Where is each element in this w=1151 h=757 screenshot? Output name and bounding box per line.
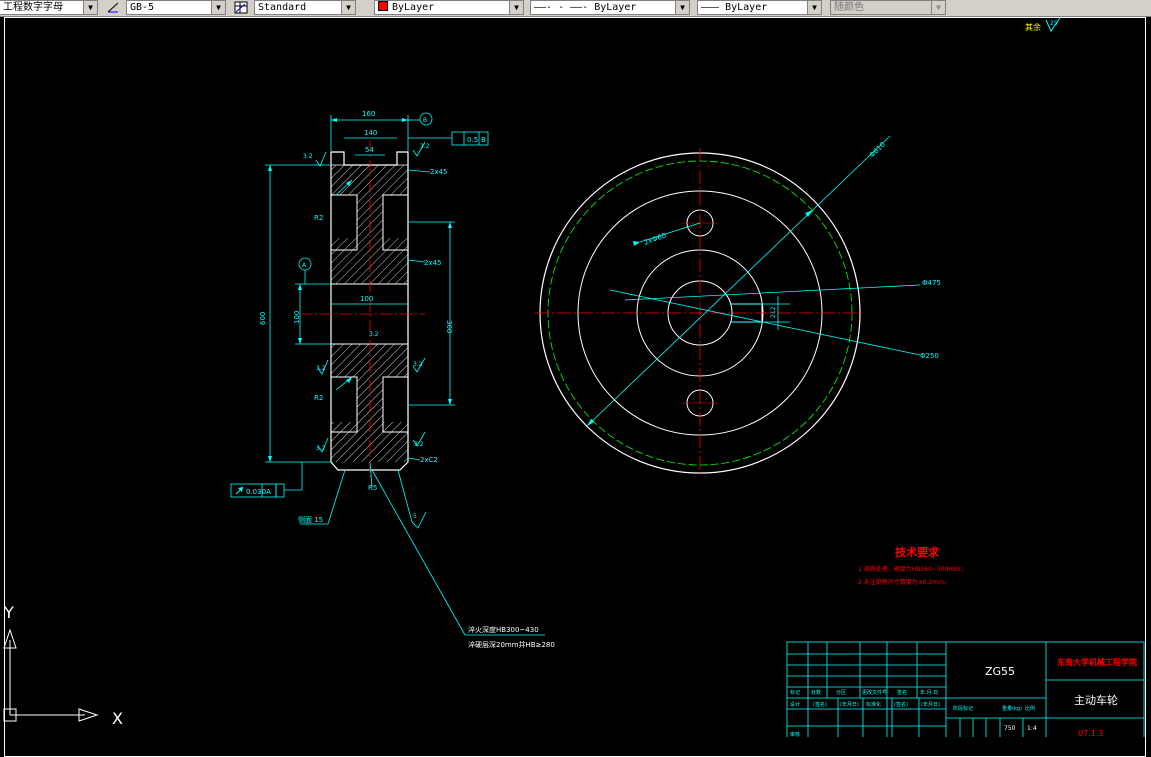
- dim-bore: 100: [293, 311, 301, 324]
- datum-a: A: [302, 262, 307, 269]
- heat-note-line1: 淬火深度HB300~430: [468, 625, 539, 634]
- tb-h-qty: 处数: [811, 689, 821, 696]
- section-view: 160 140 54 B 0.5 B 3.2 3.2 2x45 R2 2x45 …: [230, 110, 555, 649]
- flatness-value: 0.5: [467, 136, 478, 144]
- tb-drawing-no: 07.1.3: [1078, 729, 1103, 737]
- chamfer-top: 2x45: [430, 168, 448, 176]
- tb-h-sign: 签名: [897, 689, 907, 696]
- lineweight-line-icon: ———: [701, 2, 720, 13]
- dim-top-inner: 140: [364, 129, 377, 137]
- roughness-hub: 3.2: [413, 361, 423, 368]
- tb-h-review: 审核: [790, 731, 800, 737]
- chevron-down-icon[interactable]: ▼: [509, 1, 523, 14]
- tech-req-line2: 2.未注倒角尺寸精度为±0.2mm。: [858, 578, 950, 586]
- plot-style-select[interactable]: 随颜色 ▼: [830, 0, 946, 15]
- linetype-select[interactable]: ——- - ——- ByLayer ▼: [530, 0, 690, 15]
- properties-toolbar: 工程数字字母 ▼ GB-5 ▼ Standard ▼ ByLayer ▼ ——-…: [0, 0, 1151, 17]
- lineweight-select[interactable]: ——— ByLayer ▼: [697, 0, 822, 15]
- tb-h-std: 标准化: [866, 701, 881, 708]
- dim-mid: Φ475: [922, 279, 941, 287]
- dim-pcd: Φ250: [920, 352, 939, 360]
- drawing-canvas[interactable]: 其余 25 160 140 54 B 0.5 B 3.2 3.2 2x45 R2…: [0, 17, 1151, 737]
- tech-req-title: 技术要求: [895, 545, 940, 559]
- color-select[interactable]: ByLayer ▼: [374, 0, 524, 15]
- roughness-bot-right: 3.2: [414, 441, 424, 448]
- title-block: 标记 处数 分区 更改文件号 签名 年.月.日 设计 (签名) (年月日) 标准…: [786, 641, 1145, 737]
- runout-value: 0.030: [246, 488, 266, 496]
- chevron-down-icon[interactable]: ▼: [83, 1, 97, 14]
- ucs-y-label: Y: [3, 603, 14, 622]
- tb-h-date: 年.月.日: [920, 689, 938, 696]
- dim-height: 600: [259, 312, 267, 325]
- corner-note: 其余: [1025, 22, 1041, 32]
- text-style-select[interactable]: 工程数字字母 ▼: [0, 0, 98, 15]
- dim-outer: Φ610: [868, 141, 887, 160]
- tb-material: ZG55: [985, 665, 1015, 678]
- ucs-icon: [3, 628, 99, 722]
- tech-requirements: 技术要求 1.调质处理，硬度为HB260~300HBS； 2.未注倒角尺寸精度为…: [858, 545, 967, 586]
- radius-bottom: R5: [368, 484, 377, 492]
- chevron-down-icon[interactable]: ▼: [341, 1, 355, 14]
- chevron-down-icon[interactable]: ▼: [807, 1, 821, 14]
- tb-h-stage: 阶段标记: [953, 705, 973, 712]
- linetype-value: ByLayer: [594, 2, 637, 13]
- front-view: Φ610 2xΦ60 Φ475 212 Φ250: [535, 135, 941, 478]
- dim-groove: 54: [365, 146, 374, 154]
- table-style-select[interactable]: Standard ▼: [254, 0, 356, 15]
- chevron-down-icon[interactable]: ▼: [211, 1, 225, 14]
- tb-h-ratio: 比例: [1025, 705, 1035, 712]
- tb-h-date3: (年月日): [921, 701, 940, 708]
- chevron-down-icon[interactable]: ▼: [931, 1, 945, 14]
- tb-h-sig2: (签名): [813, 701, 827, 708]
- tb-h-design: 设计: [790, 701, 800, 708]
- tb-company: 东南大学机械工程学院: [1057, 657, 1137, 667]
- tb-scale: 1:4: [1027, 725, 1037, 732]
- tb-h-date2: (年月日): [840, 701, 859, 708]
- roughness-side: 侧面 15: [298, 515, 323, 524]
- linetype-dashdot-icon: ——- - ——-: [534, 2, 589, 13]
- tb-h-zone: 分区: [836, 689, 846, 696]
- text-style-value: 工程数字字母: [3, 2, 63, 13]
- chamfer-mid: 2x45: [424, 259, 442, 267]
- radius-upper: R2: [314, 214, 323, 222]
- roughness-top-left: 3.2: [303, 153, 313, 160]
- dimension-style-icon[interactable]: [106, 1, 120, 14]
- table-style-icon[interactable]: [234, 1, 248, 14]
- tb-weight: 750: [1004, 725, 1016, 732]
- roughness-low-left: 3.2: [316, 365, 326, 372]
- lineweight-value: ByLayer: [725, 2, 768, 13]
- corner-roughness: 25: [1050, 20, 1058, 27]
- roughness-bot-sym: 5: [413, 513, 417, 520]
- roughness-top-right: 3.2: [420, 143, 430, 150]
- chevron-down-icon[interactable]: ▼: [675, 1, 689, 14]
- roughness-bot-left: 3.2: [316, 445, 326, 452]
- tb-part-name: 主动车轮: [1074, 693, 1118, 707]
- tech-req-line1: 1.调质处理，硬度为HB260~300HBS；: [858, 565, 967, 573]
- dim-style-select[interactable]: GB-5 ▼: [126, 0, 226, 15]
- dim-bore-width: 100: [360, 295, 373, 303]
- dim-top-overall: 160: [362, 110, 375, 118]
- dim-holes: 2xΦ60: [643, 231, 667, 246]
- flatness-datum: B: [481, 136, 486, 144]
- plot-style-value: 随颜色: [834, 2, 864, 13]
- ucs-x-label: X: [112, 709, 123, 728]
- tb-h-weight: 重量(kg): [1002, 705, 1022, 712]
- table-style-value: Standard: [258, 2, 307, 13]
- tb-h-doc: 更改文件号: [862, 689, 887, 696]
- tb-h-sig3: (签名): [894, 701, 908, 708]
- dim-style-value: GB-5: [130, 2, 155, 13]
- roughness-mid: 3.2: [369, 331, 379, 338]
- heat-note-line2: 淬硬层深20mm并HB≥280: [468, 640, 555, 649]
- radius-lower: R2: [314, 394, 323, 402]
- dim-keyway: 212: [770, 306, 777, 318]
- tb-h-mark: 标记: [790, 689, 800, 696]
- datum-b: B: [423, 117, 427, 124]
- runout-datum: A: [266, 488, 271, 496]
- chamfer-bot: 2xC2: [420, 456, 438, 464]
- color-value: ByLayer: [392, 2, 435, 13]
- color-swatch-icon: [378, 1, 388, 11]
- dim-hub: 360: [445, 320, 453, 333]
